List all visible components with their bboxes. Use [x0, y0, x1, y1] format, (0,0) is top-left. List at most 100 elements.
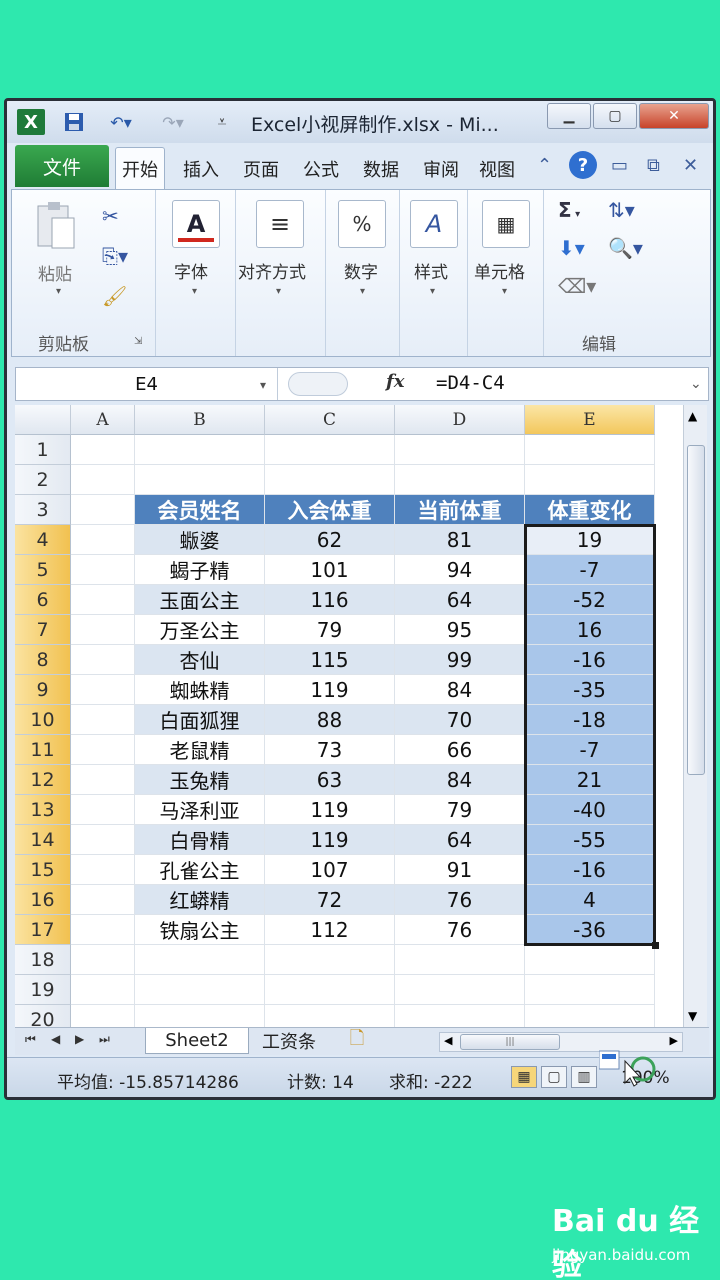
empty-cell[interactable]	[71, 795, 135, 825]
sheet-tab-salary[interactable]: 工资条	[251, 1028, 327, 1054]
table-cell[interactable]: -36	[525, 915, 655, 945]
empty-cell[interactable]	[395, 945, 525, 975]
alignment-dropdown-icon[interactable]: ▾	[276, 286, 281, 297]
table-cell[interactable]: 马泽利亚	[135, 795, 265, 825]
table-cell[interactable]: -7	[525, 555, 655, 585]
empty-cell[interactable]	[71, 555, 135, 585]
quick-analysis-icon[interactable]	[598, 1047, 663, 1087]
excel-logo-icon[interactable]: X	[17, 109, 45, 135]
table-cell[interactable]: -16	[525, 645, 655, 675]
sort-filter-icon[interactable]: ⇅▾	[608, 198, 635, 222]
table-cell[interactable]: 73	[265, 735, 395, 765]
cells-dropdown-icon[interactable]: ▾	[502, 286, 507, 297]
number-dropdown-icon[interactable]: ▾	[360, 286, 365, 297]
empty-cell[interactable]	[71, 825, 135, 855]
first-sheet-icon[interactable]: ⏮	[25, 1032, 36, 1047]
row-header-15[interactable]: 15	[15, 855, 71, 885]
row-header-1[interactable]: 1	[15, 435, 71, 465]
empty-cell[interactable]	[135, 975, 265, 1005]
row-header-3[interactable]: 3	[15, 495, 71, 525]
page-break-view-icon[interactable]: ▥	[571, 1066, 597, 1088]
table-cell[interactable]: 84	[395, 675, 525, 705]
table-cell[interactable]: -35	[525, 675, 655, 705]
tab-formulas[interactable]: 公式	[303, 151, 339, 187]
table-cell[interactable]: 4	[525, 885, 655, 915]
save-icon[interactable]	[59, 109, 89, 135]
undo-icon[interactable]: ↶▾	[101, 109, 141, 135]
table-cell[interactable]: -16	[525, 855, 655, 885]
cut-icon[interactable]: ✂	[102, 204, 119, 228]
scroll-right-icon[interactable]: ▶	[670, 1034, 678, 1047]
table-cell[interactable]: 白骨精	[135, 825, 265, 855]
table-cell[interactable]: 万圣公主	[135, 615, 265, 645]
help-icon[interactable]: ?	[569, 151, 597, 179]
cells-label[interactable]: 单元格	[474, 258, 525, 283]
row-header-13[interactable]: 13	[15, 795, 71, 825]
workbook-restore-icon[interactable]: ⧉	[647, 155, 660, 176]
table-cell[interactable]: 孔雀公主	[135, 855, 265, 885]
table-cell[interactable]: 119	[265, 675, 395, 705]
table-cell[interactable]: 64	[395, 825, 525, 855]
styles-label[interactable]: 样式	[414, 258, 448, 283]
horizontal-scroll-thumb[interactable]: |||	[460, 1034, 560, 1050]
format-painter-icon[interactable]: 🖌	[102, 284, 127, 308]
empty-cell[interactable]	[265, 465, 395, 495]
table-cell[interactable]: 21	[525, 765, 655, 795]
empty-cell[interactable]	[71, 465, 135, 495]
empty-cell[interactable]	[395, 465, 525, 495]
align-icon[interactable]: ≡	[256, 200, 304, 248]
styles-dropdown-icon[interactable]: ▾	[430, 286, 435, 297]
table-cell[interactable]: 蜘蛛精	[135, 675, 265, 705]
column-header-e[interactable]: E	[525, 405, 655, 435]
table-cell[interactable]: 19	[525, 525, 655, 555]
close-button[interactable]: ✕	[639, 103, 709, 129]
empty-cell[interactable]	[135, 1005, 265, 1027]
workbook-minimize-icon[interactable]: ▭	[611, 155, 628, 176]
row-header-17[interactable]: 17	[15, 915, 71, 945]
table-cell[interactable]: 84	[395, 765, 525, 795]
empty-cell[interactable]	[525, 435, 655, 465]
table-cell[interactable]: 119	[265, 825, 395, 855]
row-header-2[interactable]: 2	[15, 465, 71, 495]
row-header-16[interactable]: 16	[15, 885, 71, 915]
sheet-tab-sheet2[interactable]: Sheet2	[145, 1028, 249, 1054]
empty-cell[interactable]	[265, 945, 395, 975]
empty-cell[interactable]	[71, 495, 135, 525]
spreadsheet-grid[interactable]: A B C D E 1 2 3 4 5 6 7 8 9 10 11 12 13 14 15 16 17 18 19 20 会员姓名…	[15, 405, 683, 1027]
empty-cell[interactable]	[265, 975, 395, 1005]
table-cell[interactable]: 蝎子精	[135, 555, 265, 585]
table-cell[interactable]: 99	[395, 645, 525, 675]
row-header-6[interactable]: 6	[15, 585, 71, 615]
row-header-8[interactable]: 8	[15, 645, 71, 675]
table-cell[interactable]: 蝂婆	[135, 525, 265, 555]
styles-icon[interactable]: A	[410, 200, 458, 248]
insert-function-icon[interactable]: fx	[386, 371, 404, 392]
table-cell[interactable]: -40	[525, 795, 655, 825]
tab-page-layout[interactable]: 页面	[243, 151, 279, 187]
table-cell[interactable]: -52	[525, 585, 655, 615]
table-cell[interactable]: 66	[395, 735, 525, 765]
row-header-5[interactable]: 5	[15, 555, 71, 585]
table-cell[interactable]: 老鼠精	[135, 735, 265, 765]
row-header-20[interactable]: 20	[15, 1005, 71, 1027]
row-header-19[interactable]: 19	[15, 975, 71, 1005]
clear-icon[interactable]: ⌫▾	[558, 274, 596, 298]
fill-handle[interactable]	[652, 942, 659, 949]
empty-cell[interactable]	[395, 1005, 525, 1027]
name-box-dropdown-icon[interactable]: ▾	[260, 378, 266, 392]
table-cell[interactable]: 119	[265, 795, 395, 825]
empty-cell[interactable]	[135, 945, 265, 975]
name-box[interactable]: E4	[16, 368, 278, 400]
vertical-scroll-thumb[interactable]	[687, 445, 705, 775]
empty-cell[interactable]	[71, 975, 135, 1005]
tab-view[interactable]: 视图	[479, 151, 515, 187]
empty-cell[interactable]	[71, 435, 135, 465]
table-cell[interactable]: 玉兔精	[135, 765, 265, 795]
find-select-icon[interactable]: 🔍▾	[608, 236, 643, 260]
empty-cell[interactable]	[395, 435, 525, 465]
font-label[interactable]: 字体	[174, 258, 208, 283]
minimize-button[interactable]: ▁	[547, 103, 591, 129]
table-cell[interactable]: 铁扇公主	[135, 915, 265, 945]
table-cell[interactable]: 70	[395, 705, 525, 735]
prev-sheet-icon[interactable]: ◀	[51, 1032, 60, 1046]
